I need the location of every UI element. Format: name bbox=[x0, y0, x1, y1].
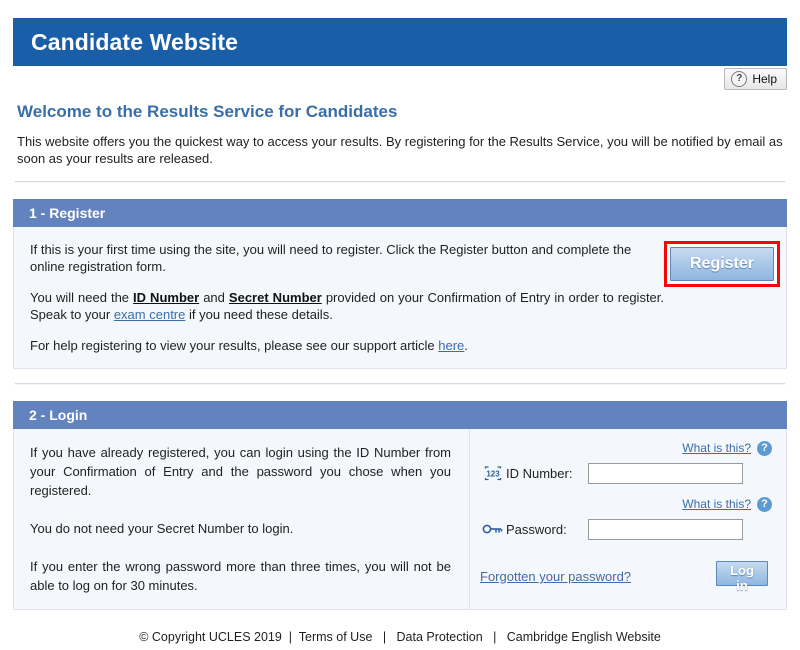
id-what-is-this-link[interactable]: What is this? bbox=[682, 441, 751, 455]
password-label: Password: bbox=[506, 522, 588, 537]
login-panel: 2 - Login If you have already registered… bbox=[13, 401, 787, 610]
help-bar: ? Help bbox=[13, 66, 787, 92]
footer: © Copyright UCLES 2019 | Terms of Use | … bbox=[13, 630, 787, 644]
register-paragraph-2: You will need the ID Number and Secret N… bbox=[30, 289, 664, 323]
register-paragraph-3: For help registering to view your result… bbox=[30, 337, 664, 354]
svg-text:123: 123 bbox=[486, 469, 500, 478]
page-title: Candidate Website bbox=[31, 29, 238, 56]
register-text-column: If this is your first time using the sit… bbox=[30, 241, 664, 354]
numeric-123-icon: 123 bbox=[480, 466, 506, 481]
login-form-column: What is this? ? 123 ID Number: What is t… bbox=[470, 429, 786, 609]
id-number-field-row: 123 ID Number: bbox=[480, 461, 772, 485]
login-panel-body: If you have already registered, you can … bbox=[13, 429, 787, 610]
id-number-emphasis: ID Number bbox=[133, 290, 199, 305]
footer-copyright: © Copyright UCLES 2019 bbox=[139, 630, 282, 644]
register-p3-text-2: . bbox=[464, 338, 468, 353]
help-button[interactable]: ? Help bbox=[724, 68, 787, 90]
divider-welcome bbox=[15, 181, 785, 183]
register-button-highlight: Register bbox=[664, 241, 780, 287]
password-help-question-icon[interactable]: ? bbox=[757, 497, 772, 512]
question-mark-icon: ? bbox=[731, 71, 747, 87]
register-panel-header: 1 - Register bbox=[13, 199, 787, 227]
site-masthead: Candidate Website bbox=[13, 18, 787, 66]
login-panel-header: 2 - Login bbox=[13, 401, 787, 429]
register-panel: 1 - Register If this is your first time … bbox=[13, 199, 787, 369]
id-number-label: ID Number: bbox=[506, 466, 588, 481]
password-input[interactable] bbox=[588, 519, 743, 540]
password-field-row: Password: bbox=[480, 517, 772, 541]
welcome-body: This website offers you the quickest way… bbox=[17, 133, 783, 167]
password-what-is-this-row: What is this? ? bbox=[480, 495, 772, 513]
divider-register bbox=[15, 383, 785, 385]
footer-sep-2: | bbox=[372, 630, 396, 644]
id-what-is-this-row: What is this? ? bbox=[480, 439, 772, 457]
forgot-password-link[interactable]: Forgotten your password? bbox=[480, 561, 631, 584]
login-paragraph-3: If you enter the wrong password more tha… bbox=[30, 557, 451, 595]
key-icon bbox=[480, 522, 506, 536]
id-help-question-icon[interactable]: ? bbox=[757, 441, 772, 456]
register-p3-text-1: For help registering to view your result… bbox=[30, 338, 438, 353]
register-p2-text-4: if you need these details. bbox=[185, 307, 332, 322]
welcome-heading: Welcome to the Results Service for Candi… bbox=[17, 102, 787, 122]
footer-cambridge-english-website[interactable]: Cambridge English Website bbox=[507, 630, 661, 644]
page-root: Candidate Website ? Help Welcome to the … bbox=[0, 18, 800, 650]
password-what-is-this-link[interactable]: What is this? bbox=[682, 497, 751, 511]
login-actions-row: Forgotten your password? Log in bbox=[480, 561, 772, 586]
secret-number-emphasis: Secret Number bbox=[229, 290, 322, 305]
login-info-column: If you have already registered, you can … bbox=[14, 429, 470, 609]
register-p2-text-2: and bbox=[199, 290, 229, 305]
footer-data-protection[interactable]: Data Protection bbox=[397, 630, 483, 644]
register-panel-title: 1 - Register bbox=[29, 205, 105, 221]
help-button-label: Help bbox=[752, 72, 777, 86]
register-button[interactable]: Register bbox=[670, 247, 774, 281]
register-p2-text-1: You will need the bbox=[30, 290, 133, 305]
id-number-input[interactable] bbox=[588, 463, 743, 484]
register-paragraph-1: If this is your first time using the sit… bbox=[30, 241, 664, 275]
register-panel-body: If this is your first time using the sit… bbox=[13, 227, 787, 369]
footer-sep-3: | bbox=[483, 630, 507, 644]
exam-centre-link[interactable]: exam centre bbox=[114, 307, 186, 322]
login-paragraph-1: If you have already registered, you can … bbox=[30, 443, 451, 500]
footer-terms-of-use[interactable]: Terms of Use bbox=[299, 630, 373, 644]
log-in-button[interactable]: Log in bbox=[716, 561, 768, 586]
support-article-link[interactable]: here bbox=[438, 338, 464, 353]
login-paragraph-2: You do not need your Secret Number to lo… bbox=[30, 519, 451, 538]
login-panel-title: 2 - Login bbox=[29, 407, 87, 423]
footer-sep-1: | bbox=[282, 630, 299, 644]
